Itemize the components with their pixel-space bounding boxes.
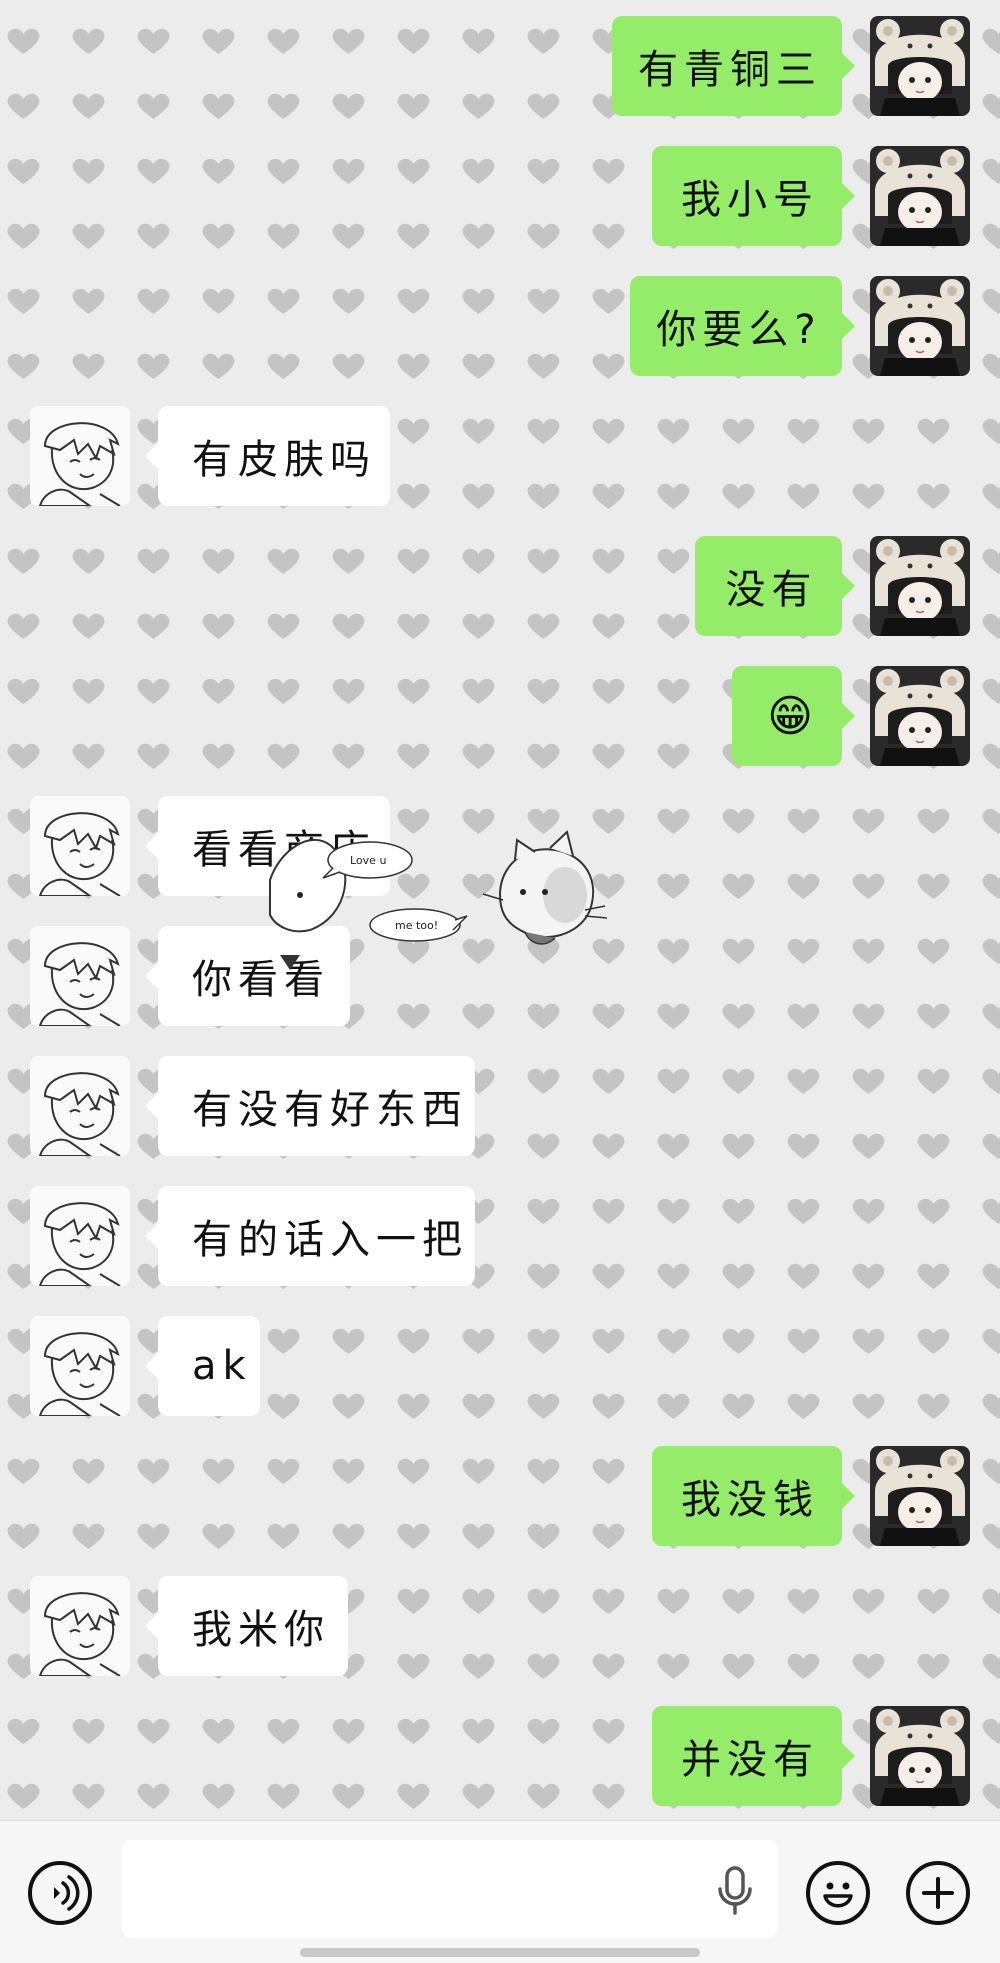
- my-avatar[interactable]: [870, 16, 970, 116]
- my-avatar[interactable]: [870, 146, 970, 246]
- sticker-text-love-u: Love u: [350, 854, 386, 867]
- message-bubble[interactable]: ak: [145, 1316, 260, 1416]
- mic-icon[interactable]: [715, 1865, 755, 1919]
- sticker-bubble-love-u: Love u: [322, 841, 413, 879]
- my-avatar[interactable]: [870, 1706, 970, 1806]
- plus-icon: [922, 1877, 954, 1909]
- my-avatar[interactable]: [870, 276, 970, 376]
- contact-avatar[interactable]: [30, 1316, 130, 1416]
- contact-avatar[interactable]: [30, 796, 130, 896]
- my-avatar[interactable]: [870, 536, 970, 636]
- message-bubble[interactable]: 你要么?: [630, 276, 855, 376]
- message-bubble[interactable]: 有皮肤吗: [145, 406, 390, 506]
- message-bubble[interactable]: 有的话入一把: [145, 1186, 475, 1286]
- message-bubble[interactable]: 有没有好东西: [145, 1056, 475, 1156]
- my-avatar[interactable]: [870, 1446, 970, 1546]
- sticker-love-u-me-too: Love u me too!: [269, 830, 608, 970]
- my-avatar[interactable]: [870, 666, 970, 766]
- voice-button[interactable]: [28, 1861, 92, 1925]
- sticker-text-me-too: me too!: [395, 919, 438, 932]
- contact-avatar[interactable]: [30, 926, 130, 1026]
- message-bubble[interactable]: 我小号: [652, 146, 855, 246]
- contact-avatar[interactable]: [30, 406, 130, 506]
- contact-avatar[interactable]: [30, 1186, 130, 1286]
- emoji-button[interactable]: [806, 1861, 870, 1925]
- home-indicator: [300, 1948, 700, 1957]
- message-bubble[interactable]: 有青铜三: [612, 16, 855, 116]
- plus-button[interactable]: [906, 1861, 970, 1925]
- emoji-icon: [823, 1882, 853, 1908]
- message-bubble[interactable]: 我米你: [145, 1576, 348, 1676]
- contact-avatar[interactable]: [30, 1576, 130, 1676]
- voice-icon: [54, 1875, 80, 1911]
- message-bubble[interactable]: 我没钱: [652, 1446, 855, 1546]
- contact-avatar[interactable]: [30, 1056, 130, 1156]
- message-input[interactable]: [122, 1840, 778, 1938]
- input-bar: [0, 1820, 1000, 1963]
- sticker-bubble-me-too: me too!: [369, 908, 468, 942]
- message-bubble[interactable]: 没有: [695, 536, 855, 636]
- message-bubble[interactable]: 😁: [732, 666, 855, 766]
- message-bubble[interactable]: 并没有: [652, 1706, 855, 1806]
